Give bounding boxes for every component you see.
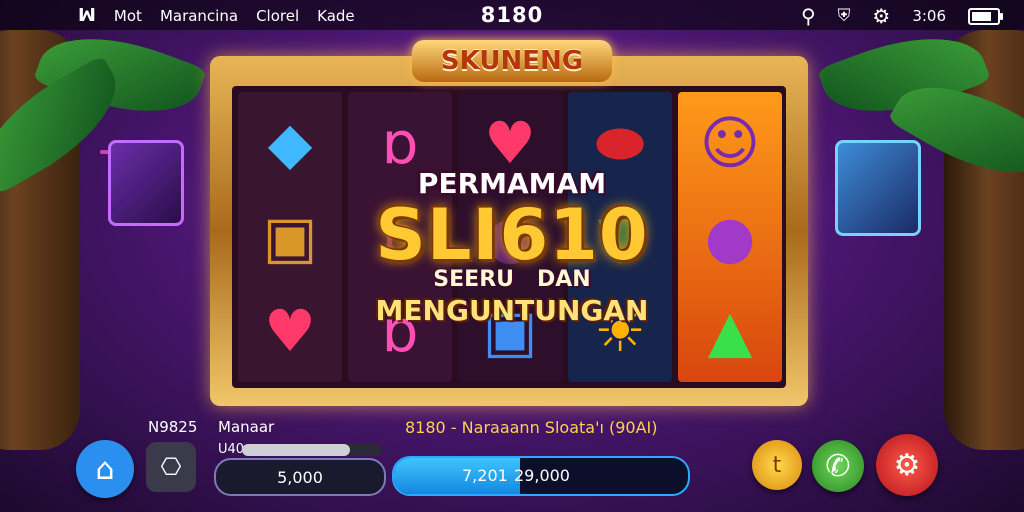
win-bar-right-value: 29,000 <box>514 466 570 485</box>
game-logo: SKUNENG <box>412 40 612 82</box>
phone-icon: ✆ <box>825 448 851 484</box>
win-bar[interactable]: 7,201 29,000 <box>392 456 690 496</box>
coin-label: t <box>772 452 782 478</box>
win-bar-left-value: 7,201 <box>462 466 508 485</box>
status-right: ⚲ ⛨ ⚙ 3:06 <box>801 4 1003 28</box>
search-icon[interactable]: ⚲ <box>801 4 816 28</box>
spin-button[interactable]: ⚙ <box>876 434 938 496</box>
gear-icon: ⚙ <box>893 447 921 483</box>
gear-icon[interactable]: ⚙ <box>872 4 890 28</box>
status-bar: ꟽ Mot Marancina Clorel Kade 8180 ⚲ ⛨ ⚙ 3… <box>0 0 1024 30</box>
sub-label: U40 <box>218 442 245 457</box>
promo-line-4: MENGUNTUNGAN <box>375 294 649 327</box>
label-left: N9825 <box>148 418 198 436</box>
home-icon: ⌂ <box>95 451 115 487</box>
camera-icon: ⎔ <box>160 453 182 481</box>
home-button[interactable]: ⌂ <box>76 440 134 498</box>
camera-button[interactable]: ⎔ <box>146 442 196 492</box>
bet-value: 5,000 <box>277 467 323 487</box>
bet-field[interactable]: 5,000 <box>214 458 386 496</box>
battery-icon <box>968 7 1003 25</box>
balance-track <box>242 444 382 456</box>
bottom-bar: N9825 Manaar U40 8180 - Naraaann Sloata'… <box>0 410 1024 512</box>
promo-line-3: SEERU DAN <box>433 267 591 292</box>
label-mid: Manaar <box>218 418 275 436</box>
promo-title: SLI610 <box>375 194 649 276</box>
info-text: 8180 - Naraaann Sloata'ı (90AI) <box>405 418 658 437</box>
shield-icon[interactable]: ⛨ <box>838 6 851 26</box>
coin-button[interactable]: t <box>752 440 802 490</box>
game-logo-text: SKUNENG <box>440 46 584 76</box>
clock-text: 3:06 <box>912 7 946 25</box>
call-button[interactable]: ✆ <box>812 440 864 492</box>
